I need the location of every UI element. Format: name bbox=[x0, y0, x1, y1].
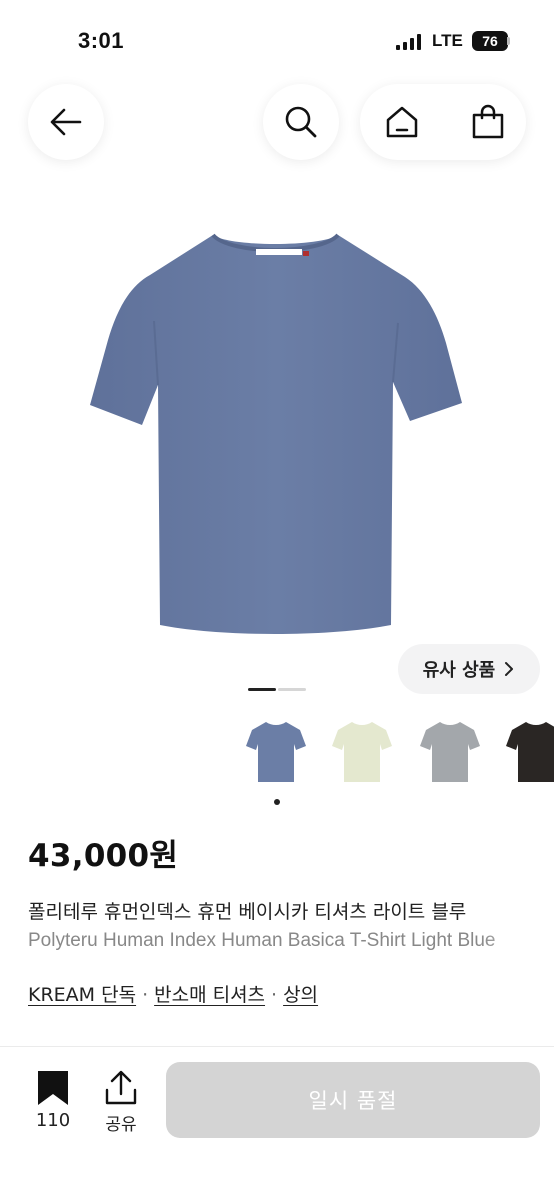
product-tags: KREAM 단독 · 반소매 티셔츠 · 상의 bbox=[28, 980, 318, 1007]
carousel-indicator bbox=[278, 688, 306, 691]
color-option-cream[interactable] bbox=[330, 716, 394, 788]
tag-kream-exclusive[interactable]: KREAM 단독 bbox=[28, 984, 136, 1006]
search-button[interactable] bbox=[263, 84, 339, 160]
color-option-gray[interactable] bbox=[418, 716, 482, 788]
color-option-black[interactable] bbox=[504, 716, 554, 788]
share-button[interactable]: 공유 bbox=[96, 1068, 146, 1136]
home-button[interactable] bbox=[364, 84, 440, 160]
product-image[interactable] bbox=[80, 225, 474, 635]
shop-button[interactable] bbox=[450, 84, 526, 160]
similar-products-label: 유사 상품 bbox=[422, 660, 496, 681]
product-title-en: Polyteru Human Index Human Basica T-Shir… bbox=[28, 930, 496, 951]
tag-separator: · bbox=[271, 984, 278, 1006]
network-label: LTE bbox=[432, 31, 463, 50]
bottom-divider bbox=[0, 1046, 554, 1047]
sold-out-label: 일시 품절 bbox=[308, 1089, 398, 1113]
signal-icon bbox=[396, 34, 422, 50]
search-icon bbox=[285, 106, 317, 138]
color-option-blue[interactable] bbox=[244, 716, 308, 788]
carousel-indicator-active bbox=[248, 688, 276, 691]
chevron-right-icon bbox=[505, 662, 514, 676]
tag-separator: · bbox=[142, 984, 149, 1006]
shopping-bag-icon bbox=[472, 104, 504, 139]
home-icon bbox=[386, 106, 418, 138]
status-bar: 3:01 LTE 76 bbox=[0, 0, 554, 84]
similar-products-button[interactable]: 유사 상품 bbox=[398, 644, 540, 694]
share-icon bbox=[105, 1070, 137, 1105]
arrow-left-icon bbox=[50, 108, 82, 136]
product-price: 43,000원 bbox=[28, 838, 179, 874]
sold-out-button[interactable]: 일시 품절 bbox=[166, 1062, 540, 1138]
status-time: 3:01 bbox=[78, 28, 125, 53]
battery-cap bbox=[507, 37, 510, 45]
product-title-ko: 폴리테루 휴먼인덱스 휴먼 베이시카 티셔츠 라이트 블루 bbox=[28, 901, 467, 923]
share-label: 공유 bbox=[105, 1115, 137, 1135]
title-fade bbox=[480, 890, 554, 960]
bookmark-count: 110 bbox=[35, 1110, 71, 1131]
battery-icon: 76 bbox=[472, 31, 508, 51]
bookmark-icon bbox=[38, 1071, 68, 1105]
bookmark-button[interactable]: 110 bbox=[26, 1068, 80, 1136]
tag-short-sleeve[interactable]: 반소매 티셔츠 bbox=[154, 984, 265, 1006]
back-button[interactable] bbox=[28, 84, 104, 160]
tag-top[interactable]: 상의 bbox=[283, 984, 318, 1006]
header-nav-group bbox=[360, 84, 526, 160]
selected-color-dot bbox=[274, 799, 280, 805]
